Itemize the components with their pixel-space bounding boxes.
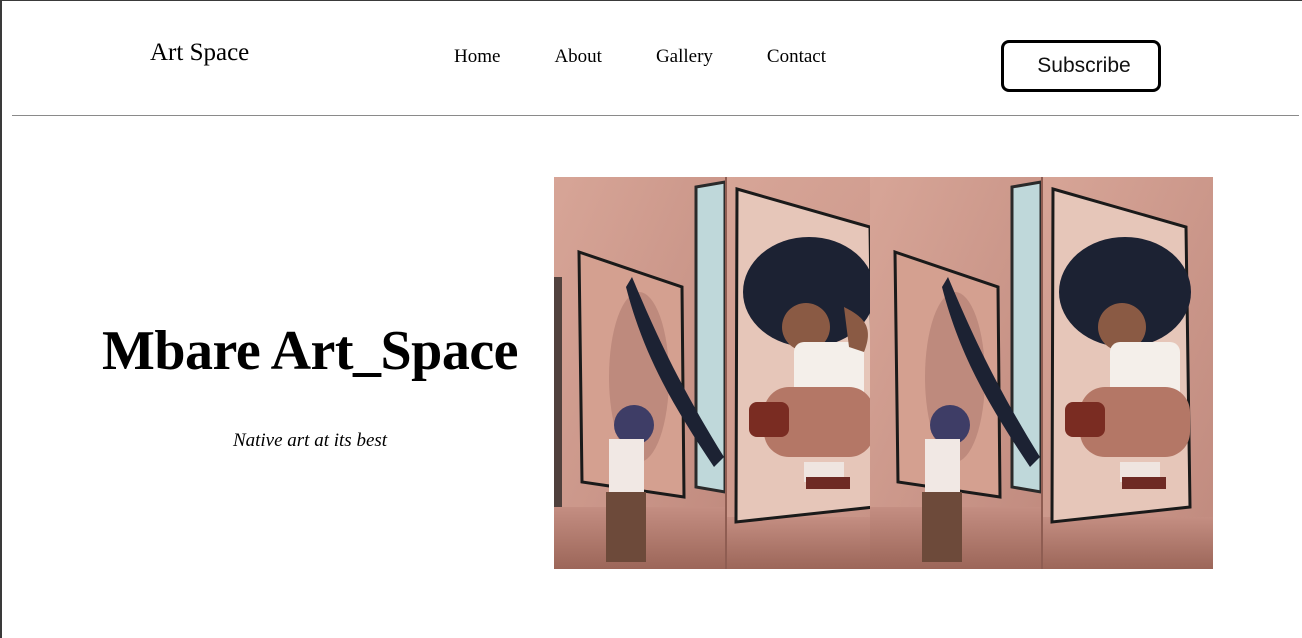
- art-collage-image: [554, 177, 1213, 569]
- nav-home-link[interactable]: Home: [454, 46, 500, 68]
- site-header: Art Space Home About Gallery Contact Sub…: [2, 1, 1302, 116]
- header-divider: [12, 115, 1299, 116]
- brand-logo[interactable]: Art Space: [150, 39, 249, 67]
- nav-about-link[interactable]: About: [554, 46, 602, 68]
- nav-contact-link[interactable]: Contact: [767, 46, 826, 68]
- browser-frame: Art Space Home About Gallery Contact Sub…: [0, 0, 1302, 638]
- hero-subtitle: Native art at its best: [232, 430, 388, 451]
- collage-panel-1: [554, 177, 727, 569]
- collage-panel-3-copy: [870, 177, 1043, 569]
- nav-gallery-link[interactable]: Gallery: [656, 46, 713, 68]
- hero-title: Mbare Art_Space: [101, 320, 519, 382]
- subscribe-button[interactable]: Subscribe: [1001, 40, 1161, 92]
- collage-panel-4: [1041, 177, 1213, 569]
- main-nav: Home About Gallery Contact: [454, 46, 826, 68]
